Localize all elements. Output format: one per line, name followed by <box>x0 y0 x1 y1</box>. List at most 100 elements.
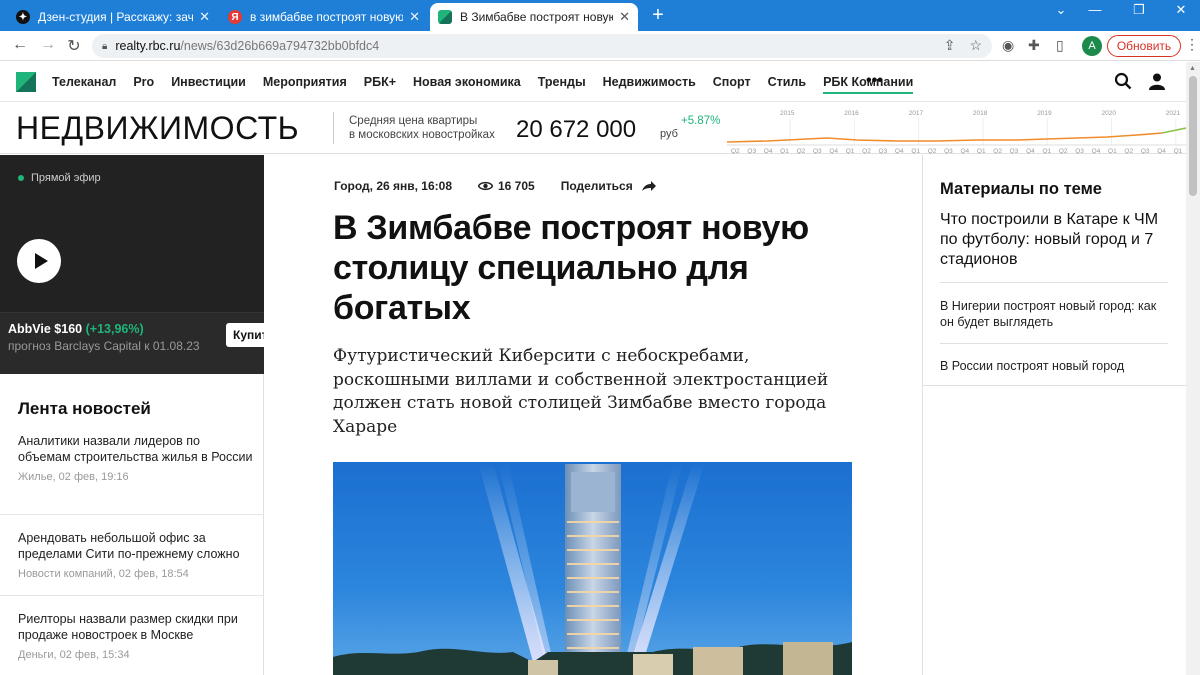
scrollbar-thumb[interactable] <box>1189 76 1197 196</box>
chart-year-label: 2017 <box>909 110 924 117</box>
reload-icon[interactable]: ↻ <box>64 36 84 56</box>
close-tab-icon[interactable]: ✕ <box>409 9 420 25</box>
update-button[interactable]: Обновить <box>1107 35 1181 57</box>
chart-quarter-label: Q2 <box>928 148 937 154</box>
related-item[interactable]: В Нигерии построят новый город: как он б… <box>940 298 1172 330</box>
feed-divider <box>0 514 264 515</box>
play-button[interactable] <box>17 239 61 283</box>
share-page-icon[interactable]: ⇪ <box>944 37 956 54</box>
close-window-icon[interactable]: ✕ <box>1166 2 1196 18</box>
feed-item-title[interactable]: Арендовать небольшой офис за пределами С… <box>18 530 254 562</box>
chart-quarter-label: Q2 <box>731 148 740 154</box>
live-player[interactable]: Прямой эфир AbbVie $160 (+13,96%) прогно… <box>0 155 264 374</box>
article-photo[interactable] <box>333 462 852 675</box>
nav-item-style[interactable]: Стиль <box>768 75 806 94</box>
article-headline: В Зимбабве построят новую столицу специа… <box>333 209 809 327</box>
more-menu-icon[interactable]: ••• <box>866 72 883 90</box>
nav-item-trends[interactable]: Тренды <box>538 75 586 94</box>
feed-item[interactable]: Арендовать небольшой офис за пределами С… <box>18 530 254 580</box>
bookmark-star-icon[interactable]: ☆ <box>969 37 982 54</box>
related-item[interactable]: В России построят новый город <box>940 358 1172 374</box>
feed-item[interactable]: Риелторы назвали размер скидки при прода… <box>18 611 254 661</box>
chart-quarter-label: Q2 <box>862 148 871 154</box>
user-icon[interactable] <box>1148 72 1166 90</box>
minimize-icon[interactable]: — <box>1080 2 1110 17</box>
share-button[interactable]: Поделиться <box>561 179 657 193</box>
chart-quarter-label: Q1 <box>780 148 789 154</box>
browser-tab-zen[interactable]: ✦ Дзен-студия | Расскажу: зачем / ✕ <box>8 3 218 31</box>
share-arrow-icon <box>641 181 656 191</box>
chart-quarter-label: Q4 <box>764 148 773 154</box>
feed-item-title[interactable]: Аналитики назвали лидеров по объемам стр… <box>18 433 254 465</box>
yandex-icon: Я <box>228 10 242 24</box>
back-icon[interactable]: ← <box>10 36 30 54</box>
site-nav: Телеканал Pro Инвестиции Мероприятия РБК… <box>0 62 1186 102</box>
price-mini-chart[interactable]: 2015 2016 2017 2018 2019 2020 2021 Q2 Q3 Q4 Q1 Q2 Q… <box>727 104 1186 154</box>
chart-quarter-label: Q4 <box>961 148 970 154</box>
chart-year-label: 2021 <box>1166 110 1181 117</box>
close-tab-icon[interactable]: ✕ <box>619 9 630 25</box>
browser-tab-yandex[interactable]: Я в зимбабве построят новую сто ✕ <box>220 3 428 31</box>
chart-quarter-label: Q3 <box>944 148 953 154</box>
chart-price-line-end <box>1161 127 1186 134</box>
profile-avatar[interactable]: A <box>1082 36 1102 56</box>
chart-quarter-label: Q1 <box>1174 148 1183 154</box>
eye-icon <box>478 181 493 191</box>
article-lead: Футуристический Киберсити с небоскребами… <box>333 346 829 437</box>
stock-ticker[interactable]: AbbVie $160 (+13,96%) прогноз Barclays C… <box>0 312 264 374</box>
nav-item-realty[interactable]: Недвижимость <box>603 75 696 94</box>
side-panel-icon[interactable]: ▯ <box>1056 37 1064 54</box>
feed-item-title[interactable]: Риелторы назвали размер скидки при прода… <box>18 611 254 643</box>
left-column: Прямой эфир AbbVie $160 (+13,96%) прогно… <box>0 155 264 675</box>
buy-button[interactable]: Купить <box>226 323 264 347</box>
browser-menu-icon[interactable]: ⋮ <box>1185 36 1199 53</box>
address-bar-row: ← → ↻ 🔒︎ realty.rbc.ru/news/63d26b669a79… <box>0 31 1200 61</box>
stock-note: прогноз Barclays Capital к 01.08.23 <box>8 339 200 353</box>
stock-change: (+13,96%) <box>85 322 144 336</box>
browser-tab-rbc-active[interactable]: В Зимбабве построят новую сто ✕ <box>430 3 638 31</box>
divider <box>333 112 334 144</box>
chart-quarter-label: Q1 <box>977 148 986 154</box>
url-field[interactable]: 🔒︎ realty.rbc.ru/news/63d26b669a794732bb… <box>92 34 992 58</box>
rbc-logo[interactable] <box>16 72 36 92</box>
rubric-title[interactable]: НЕДВИЖИМОСТЬ <box>16 110 299 147</box>
puzzle-icon[interactable]: ✚ <box>1028 37 1040 54</box>
chart-year-label: 2018 <box>973 110 988 117</box>
forward-icon[interactable]: → <box>38 36 58 54</box>
nav-item-events[interactable]: Мероприятия <box>263 75 347 94</box>
live-label: Прямой эфир <box>31 172 101 184</box>
related-item-main[interactable]: Что построили в Катаре к ЧМ по футболу: … <box>940 210 1172 270</box>
price-change: +5.87% <box>681 115 721 127</box>
chevron-down-icon[interactable]: ⌄ <box>1046 2 1076 18</box>
chart-quarter-label: Q4 <box>1026 148 1035 154</box>
url-host: realty.rbc.ru <box>115 39 181 53</box>
chart-quarter-label: Q3 <box>747 148 756 154</box>
feed-item-meta: Жилье, 02 фев, 19:16 <box>18 471 129 483</box>
nav-item-sport[interactable]: Спорт <box>713 75 751 94</box>
price-label-line-2: в московских новостройках <box>349 129 495 141</box>
related-title: Материалы по теме <box>940 180 1102 198</box>
page-scrollbar[interactable]: ▲ <box>1186 62 1200 675</box>
nav-item-rbc-plus[interactable]: РБК+ <box>364 75 396 94</box>
nav-item-new-economy[interactable]: Новая экономика <box>413 75 521 94</box>
chart-quarter-label: Q1 <box>846 148 855 154</box>
feed-title[interactable]: Лента новостей <box>18 399 151 419</box>
close-tab-icon[interactable]: ✕ <box>199 9 210 25</box>
restore-icon[interactable]: ❐ <box>1124 2 1154 18</box>
article-date[interactable]: Город, 26 янв, 16:08 <box>334 179 452 193</box>
article-meta: Город, 26 янв, 16:08 16 705 Поделиться <box>334 179 657 193</box>
nav-items: Телеканал Pro Инвестиции Мероприятия РБК… <box>52 75 930 94</box>
new-tab-icon[interactable]: + <box>648 4 668 27</box>
nav-item-pro[interactable]: Pro <box>133 75 154 94</box>
nav-item-investments[interactable]: Инвестиции <box>171 75 246 94</box>
tab-title: Дзен-студия | Расскажу: зачем / <box>38 10 194 24</box>
scroll-up-icon[interactable]: ▲ <box>1189 65 1196 72</box>
nav-item-tv[interactable]: Телеканал <box>52 75 116 94</box>
feed-item[interactable]: Аналитики назвали лидеров по объемам стр… <box>18 433 254 483</box>
search-icon[interactable] <box>1114 72 1132 90</box>
browser-tab-bar: ✦ Дзен-студия | Расскажу: зачем / ✕ Я в … <box>0 0 1200 31</box>
price-label: Средняя цена квартиры в московских новос… <box>349 114 495 142</box>
chart-quarter-label: Q3 <box>879 148 888 154</box>
chart-quarter-label: Q2 <box>797 148 806 154</box>
extension-icon[interactable]: ◉ <box>1002 37 1014 54</box>
